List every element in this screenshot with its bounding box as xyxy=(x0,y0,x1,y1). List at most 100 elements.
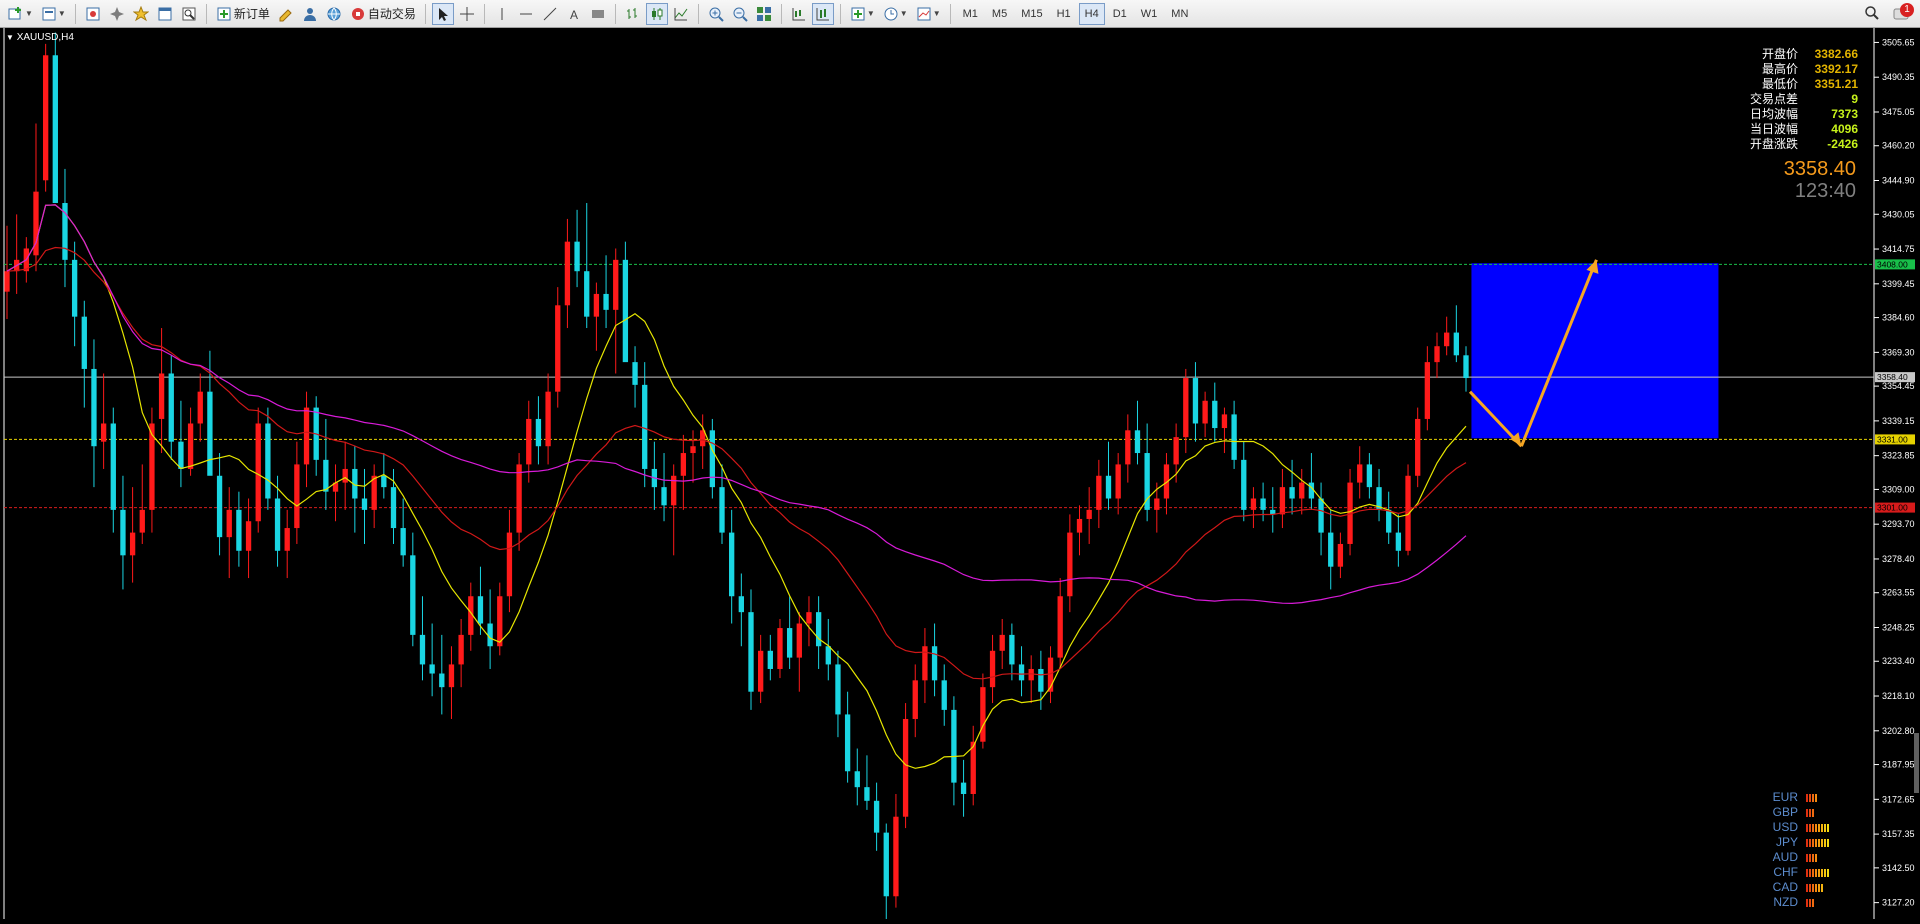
price-chart[interactable]: 3505.65 3490.35 3475.05 3460.20 3444.90 3430.… xyxy=(0,28,1920,919)
candle-body xyxy=(1183,378,1189,438)
signals-button[interactable] xyxy=(299,3,321,25)
timeframe-h4[interactable]: H4 xyxy=(1078,2,1105,25)
strategy-tester-button[interactable] xyxy=(178,3,200,25)
templates-button[interactable]: ▼ xyxy=(913,3,944,25)
candle-body xyxy=(361,498,368,510)
terminal-button[interactable] xyxy=(154,3,176,25)
price-axis-label: 3369.30 xyxy=(1882,347,1915,357)
candle-body xyxy=(622,259,629,363)
profiles-button[interactable]: ▼ xyxy=(38,3,69,25)
market-watch-button[interactable] xyxy=(82,3,104,25)
candle-body xyxy=(497,596,503,647)
trendline-button[interactable] xyxy=(539,3,561,25)
timeframe-h1[interactable]: H1 xyxy=(1051,3,1077,25)
price-axis-label: 3202.80 xyxy=(1882,726,1915,736)
strength-bar xyxy=(1812,808,1814,817)
chart-canvas[interactable]: 3505.65 3490.35 3475.05 3460.20 3444.90 3430.… xyxy=(0,28,1920,919)
ohlc-label: 开盘涨跌 xyxy=(1749,137,1798,151)
candle-body xyxy=(960,782,967,794)
strength-bar xyxy=(1812,823,1814,832)
currency-label: JPY xyxy=(1775,835,1798,849)
tile-windows-button[interactable] xyxy=(753,3,775,25)
search-icon[interactable] xyxy=(1864,5,1880,21)
line-chart-button[interactable] xyxy=(670,3,692,25)
toolbar-separator xyxy=(614,3,616,24)
strength-bar xyxy=(1827,868,1829,877)
candle-body xyxy=(255,423,261,522)
indicators-button[interactable]: ▼ xyxy=(847,3,878,25)
candle-body xyxy=(1434,346,1440,363)
scrollbar-handle[interactable] xyxy=(1914,733,1919,793)
auto-trading-button[interactable]: 自动交易 xyxy=(347,3,419,25)
candlestick-button[interactable] xyxy=(645,2,668,25)
strength-bar xyxy=(1815,883,1817,892)
meta-editor-button[interactable] xyxy=(275,3,297,25)
navigator-button[interactable] xyxy=(106,3,128,25)
candle-body xyxy=(294,464,300,529)
text-label-button[interactable] xyxy=(587,3,609,25)
toolbar-separator xyxy=(780,3,782,24)
price-axis-label: 3323.85 xyxy=(1882,451,1915,461)
timeframe-m1[interactable]: M1 xyxy=(957,3,984,25)
price-axis-label: 3444.90 xyxy=(1882,176,1915,186)
vertical-line-button[interactable] xyxy=(491,3,513,25)
timeframe-w1[interactable]: W1 xyxy=(1135,3,1164,25)
crosshair-tool-button[interactable] xyxy=(456,3,478,25)
chart-shift-button[interactable] xyxy=(788,3,810,25)
notifications-button[interactable]: 1 xyxy=(1892,3,1914,23)
indicators-icon xyxy=(850,6,866,22)
candle-body xyxy=(1260,498,1266,510)
candle-body xyxy=(1057,596,1063,658)
vertical-line-icon xyxy=(494,6,510,22)
crosshair-icon xyxy=(459,6,475,22)
ohlc-row: 交易点差 9 xyxy=(1700,92,1858,107)
text-tool-button[interactable]: A xyxy=(563,3,585,25)
candle-body xyxy=(535,418,542,447)
ma-fast-line xyxy=(6,204,1467,769)
timeframe-m15[interactable]: M15 xyxy=(1015,3,1048,25)
bar-chart-button[interactable] xyxy=(622,3,644,25)
strength-bar xyxy=(1806,838,1808,847)
candle-body xyxy=(245,521,252,551)
strength-bar xyxy=(1806,883,1808,892)
candle-body xyxy=(4,271,10,292)
templates-icon xyxy=(916,6,932,22)
currency-row: NZD xyxy=(1760,895,1870,910)
currency-label: GBP xyxy=(1772,805,1798,819)
periods-button[interactable]: ▼ xyxy=(880,3,911,25)
timeframe-m5[interactable]: M5 xyxy=(986,3,1013,25)
zoom-in-icon xyxy=(708,6,724,22)
candle-body xyxy=(207,391,213,476)
candle-body xyxy=(91,368,97,447)
horizontal-line-button[interactable] xyxy=(515,3,537,25)
candle-body xyxy=(1444,332,1450,347)
auto-scroll-button[interactable] xyxy=(811,2,834,25)
candle-body xyxy=(574,241,580,272)
strength-bar xyxy=(1827,823,1829,832)
candle-body xyxy=(603,293,609,310)
ohlc-label: 开盘价 xyxy=(1761,47,1798,61)
zoom-out-button[interactable] xyxy=(729,3,751,25)
candle-body xyxy=(284,528,290,551)
new-chart-button[interactable]: ▼ xyxy=(5,3,36,25)
timeframe-d1[interactable]: D1 xyxy=(1107,3,1133,25)
candle-body xyxy=(1105,475,1112,499)
currency-row: AUD xyxy=(1760,850,1870,865)
strength-bars xyxy=(1806,835,1830,850)
strength-bar xyxy=(1812,838,1814,847)
candle-body xyxy=(844,714,851,772)
candle-body xyxy=(120,509,126,556)
strength-bar xyxy=(1809,883,1811,892)
candle-body xyxy=(1125,430,1131,465)
favorites-button[interactable] xyxy=(130,3,152,25)
market-button[interactable] xyxy=(323,3,345,25)
new-order-button[interactable]: 新订单 xyxy=(213,3,273,25)
strength-bars xyxy=(1806,865,1830,880)
timeframe-mn[interactable]: MN xyxy=(1165,3,1194,25)
zoom-in-button[interactable] xyxy=(705,3,727,25)
candle-body xyxy=(970,741,976,794)
candle-body xyxy=(1328,532,1334,567)
candle-body xyxy=(1221,414,1228,429)
user-icon xyxy=(302,6,318,22)
cursor-tool-button[interactable] xyxy=(431,2,454,25)
